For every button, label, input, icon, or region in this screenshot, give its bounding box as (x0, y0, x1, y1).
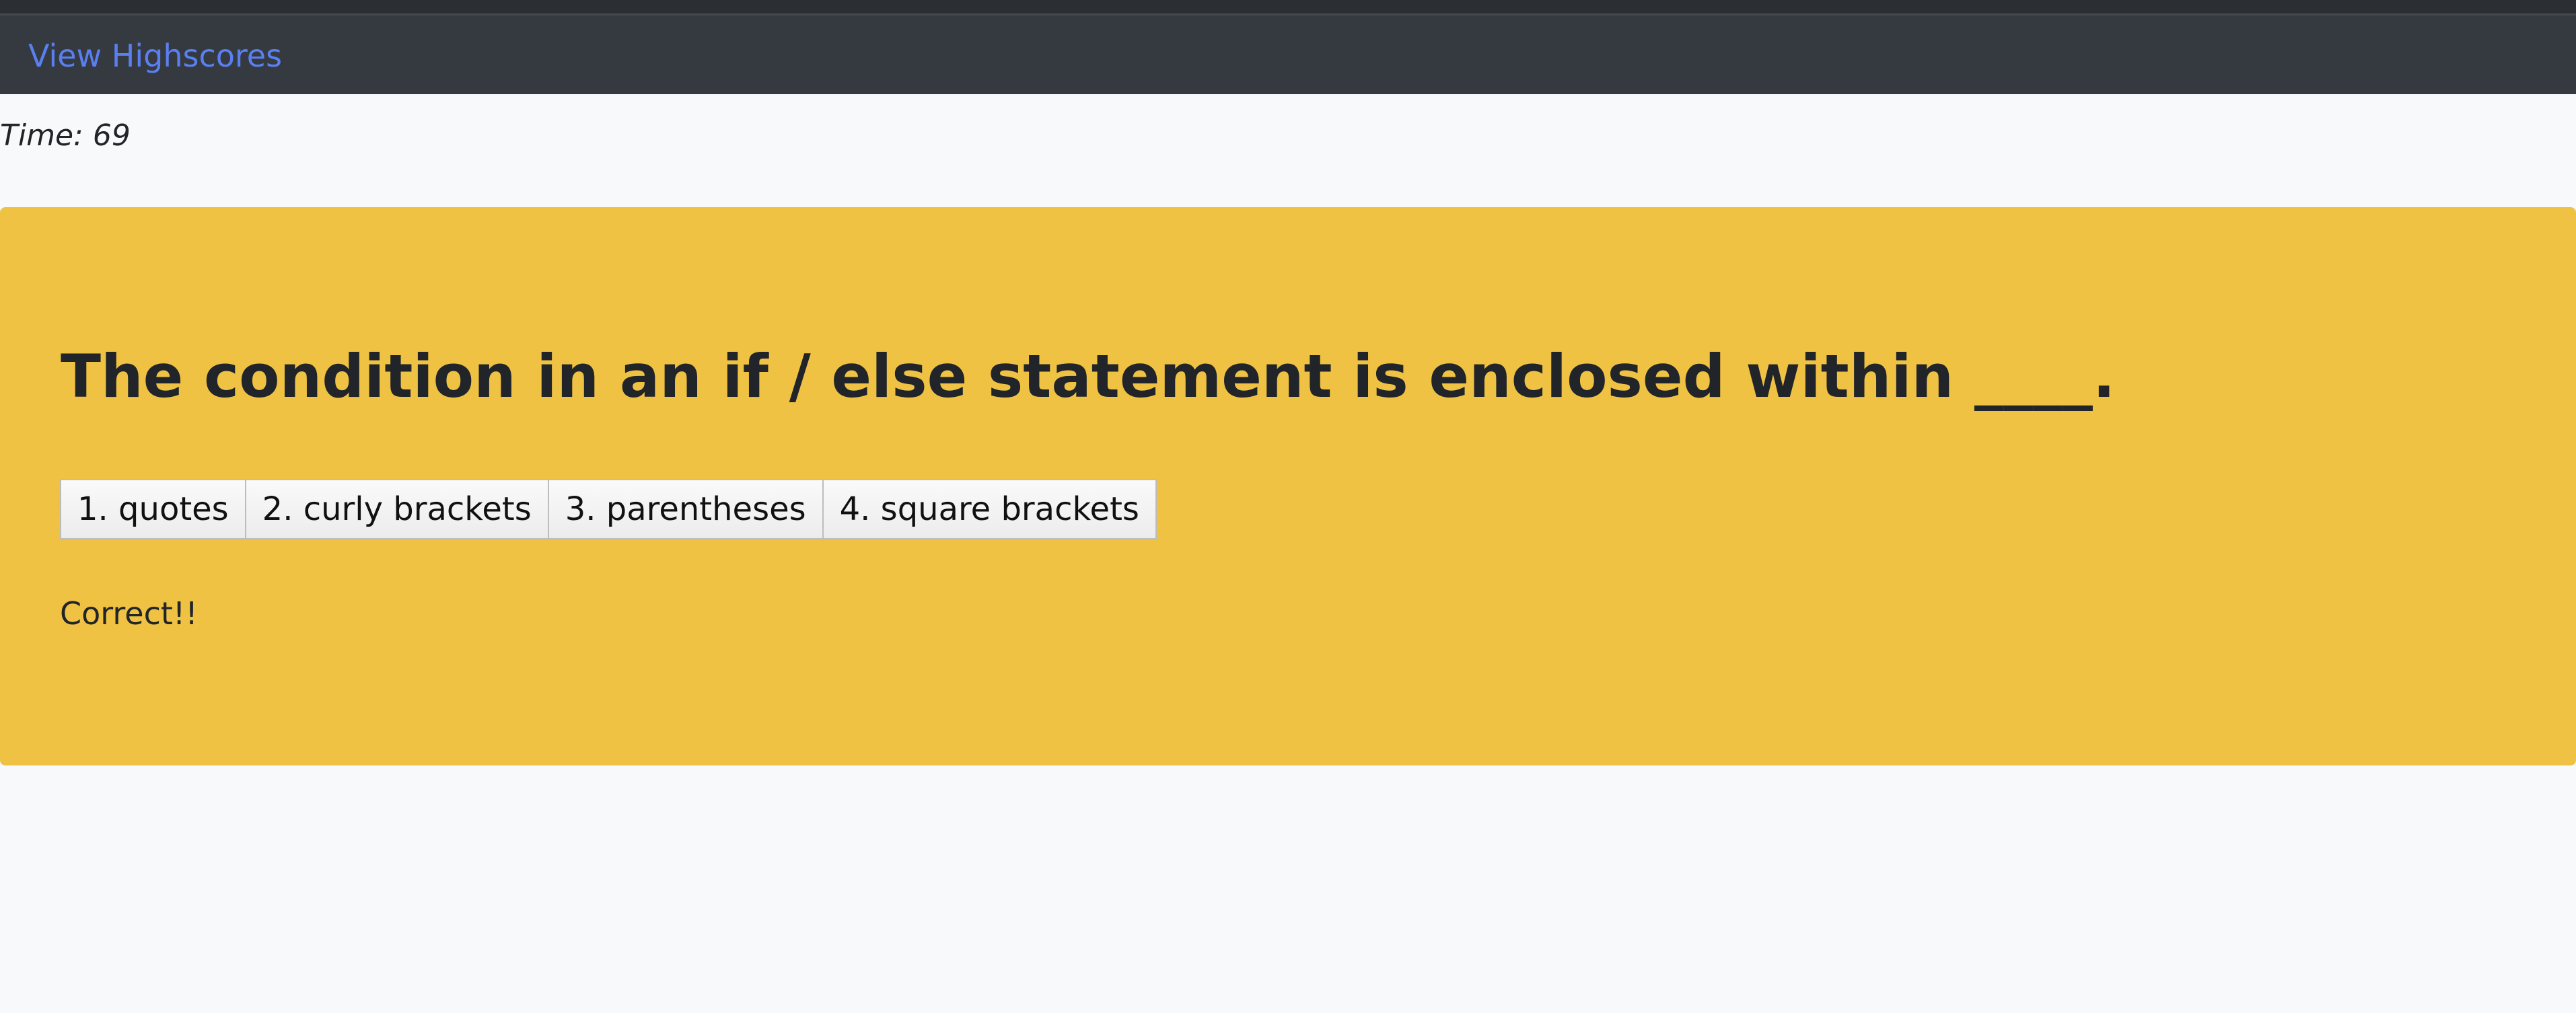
view-highscores-link[interactable]: View Highscores (28, 36, 282, 76)
answer-button-parentheses[interactable]: 3. parentheses (547, 479, 824, 539)
answer-button-curly-brackets[interactable]: 2. curly brackets (244, 479, 549, 539)
question-text: The condition in an if / else statement … (61, 342, 2116, 411)
answer-button-group: 1. quotes 2. curly brackets 3. parenthes… (60, 479, 1157, 539)
answer-button-quotes[interactable]: 1. quotes (60, 479, 246, 539)
top-border (0, 0, 2576, 15)
navbar: View Highscores (0, 15, 2576, 94)
answer-feedback: Correct!! (60, 595, 198, 632)
timer-display: Time: 69 (0, 118, 131, 153)
answer-button-square-brackets[interactable]: 4. square brackets (822, 479, 1157, 539)
